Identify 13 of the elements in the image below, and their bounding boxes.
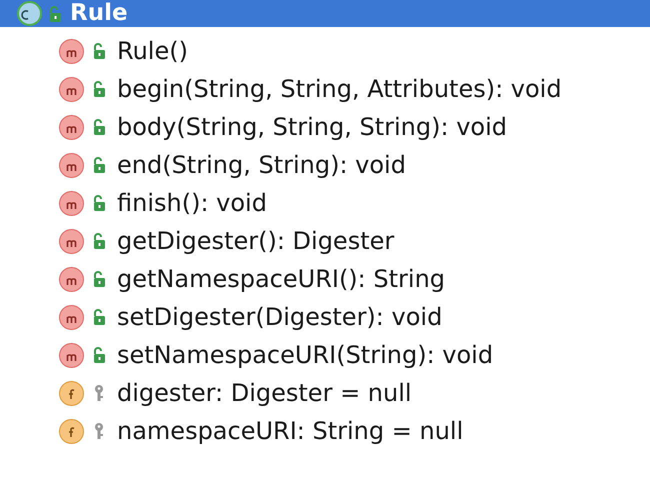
member-label: getDigester(): Digester [117, 226, 394, 257]
member-label: setDigester(Digester): void [117, 302, 442, 333]
member-label: setNamespaceURI(String): void [117, 340, 494, 371]
class-title: Rule [70, 2, 128, 25]
member-label: digester: Digester = null [117, 378, 412, 409]
member-label: getNamespaceURI(): String [117, 264, 446, 295]
member-label: begin(String, String, Attributes): void [117, 74, 562, 105]
member-label: Rule() [117, 36, 188, 67]
header-bar[interactable]: Rule [0, 0, 650, 27]
member-label: finish(): void [117, 188, 267, 219]
member-label: namespaceURI: String = null [117, 416, 464, 447]
member-label: end(String, String): void [117, 150, 406, 181]
member-label: body(String, String, String): void [117, 112, 507, 143]
